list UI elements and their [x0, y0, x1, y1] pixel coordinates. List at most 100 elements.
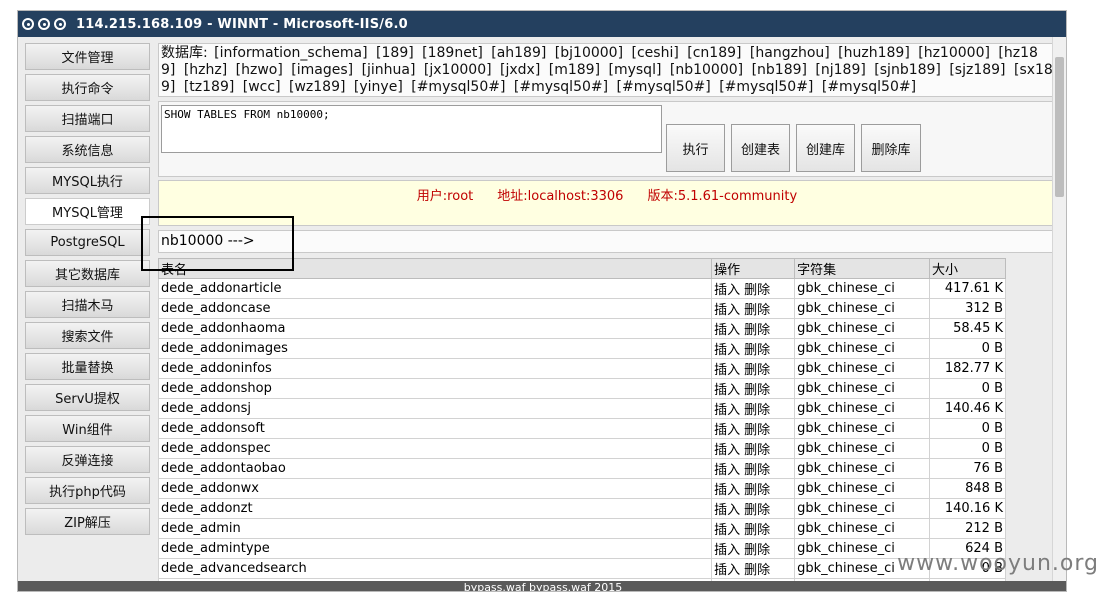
- delete-link[interactable]: 删除: [744, 343, 770, 358]
- table-name-link[interactable]: dede_addonimages: [157, 338, 713, 359]
- table-name-link[interactable]: dede_addonzt: [157, 498, 713, 519]
- database-link[interactable]: [mysql]: [609, 62, 662, 78]
- delete-link[interactable]: 删除: [744, 423, 770, 438]
- database-link[interactable]: [#mysql50#]: [514, 79, 608, 95]
- insert-link[interactable]: 插入: [714, 403, 740, 418]
- delete-link[interactable]: 删除: [744, 523, 770, 538]
- sidebar-item[interactable]: PostgreSQL: [25, 229, 150, 256]
- database-link[interactable]: [#mysql50#]: [822, 79, 916, 95]
- table-name-link[interactable]: dede_addonsoft: [157, 418, 713, 439]
- delete-link[interactable]: 删除: [744, 443, 770, 458]
- table-name-link[interactable]: dede_addonarticle: [157, 278, 713, 299]
- database-link[interactable]: [wz189]: [289, 79, 345, 95]
- sidebar-item[interactable]: Win组件: [25, 415, 150, 442]
- table-name-link[interactable]: dede_addonsj: [157, 398, 713, 419]
- delete-link[interactable]: 删除: [744, 483, 770, 498]
- database-link[interactable]: [cn189]: [687, 45, 741, 61]
- database-link[interactable]: [nj189]: [815, 62, 865, 78]
- database-link[interactable]: [hangzhou]: [750, 45, 830, 61]
- database-link[interactable]: [#mysql50#]: [719, 79, 813, 95]
- database-link[interactable]: [ceshi]: [632, 45, 679, 61]
- insert-link[interactable]: 插入: [714, 303, 740, 318]
- insert-link[interactable]: 插入: [714, 443, 740, 458]
- database-link[interactable]: [189net]: [422, 45, 483, 61]
- sidebar-item[interactable]: 扫描木马: [25, 291, 150, 318]
- delete-link[interactable]: 删除: [744, 363, 770, 378]
- table-name-link[interactable]: dede_advancedsearch: [157, 558, 713, 579]
- insert-link[interactable]: 插入: [714, 323, 740, 338]
- database-link[interactable]: [huzh189]: [838, 45, 910, 61]
- database-link[interactable]: [sjz189]: [949, 62, 1005, 78]
- table-name-link[interactable]: dede_addontaobao: [157, 458, 713, 479]
- insert-link[interactable]: 插入: [714, 523, 740, 538]
- delete-link[interactable]: 删除: [744, 503, 770, 518]
- insert-link[interactable]: 插入: [714, 543, 740, 558]
- database-link[interactable]: [hzhz]: [184, 62, 227, 78]
- delete-link[interactable]: 删除: [744, 543, 770, 558]
- insert-link[interactable]: 插入: [714, 363, 740, 378]
- database-link[interactable]: [yinye]: [354, 79, 403, 95]
- create-table-button[interactable]: 创建表: [731, 124, 790, 172]
- database-link[interactable]: [m189]: [549, 62, 600, 78]
- database-link[interactable]: [jinhua]: [362, 62, 416, 78]
- database-link[interactable]: [sjnb189]: [874, 62, 941, 78]
- delete-link[interactable]: 删除: [744, 283, 770, 298]
- sidebar-item[interactable]: MYSQL管理: [25, 198, 150, 225]
- database-link[interactable]: [wcc]: [243, 79, 281, 95]
- table-name-link[interactable]: dede_admintype: [157, 538, 713, 559]
- create-database-button[interactable]: 创建库: [796, 124, 855, 172]
- window-control-icon[interactable]: [22, 18, 34, 30]
- insert-link[interactable]: 插入: [714, 503, 740, 518]
- sidebar-item[interactable]: 反弹连接: [25, 446, 150, 473]
- database-link[interactable]: [bj10000]: [555, 45, 623, 61]
- insert-link[interactable]: 插入: [714, 423, 740, 438]
- sidebar-item[interactable]: 执行php代码: [25, 477, 150, 504]
- sidebar-item[interactable]: 批量替换: [25, 353, 150, 380]
- sidebar-item[interactable]: 系统信息: [25, 136, 150, 163]
- vertical-scrollbar[interactable]: [1052, 37, 1066, 591]
- table-name-link[interactable]: dede_addonhaoma: [157, 318, 713, 339]
- database-link[interactable]: [jxdx]: [500, 62, 540, 78]
- database-link[interactable]: [images]: [291, 62, 353, 78]
- delete-link[interactable]: 删除: [744, 463, 770, 478]
- delete-link[interactable]: 删除: [744, 383, 770, 398]
- database-link[interactable]: [nb189]: [752, 62, 807, 78]
- scrollbar-thumb[interactable]: [1055, 57, 1064, 197]
- database-link[interactable]: [#mysql50#]: [617, 79, 711, 95]
- table-name-link[interactable]: dede_addonshop: [157, 378, 713, 399]
- execute-button[interactable]: 执行: [666, 124, 725, 172]
- insert-link[interactable]: 插入: [714, 343, 740, 358]
- database-link[interactable]: [ah189]: [491, 45, 546, 61]
- sidebar-item[interactable]: 扫描端口: [25, 105, 150, 132]
- delete-link[interactable]: 删除: [744, 323, 770, 338]
- sidebar-item[interactable]: 其它数据库: [25, 260, 150, 287]
- database-link[interactable]: [hz10000]: [918, 45, 990, 61]
- database-link[interactable]: [nb10000]: [670, 62, 743, 78]
- sidebar-item[interactable]: ZIP解压: [25, 508, 150, 535]
- sidebar-item[interactable]: ServU提权: [25, 384, 150, 411]
- drop-database-button[interactable]: 删除库: [861, 124, 921, 172]
- window-control-icon[interactable]: [38, 18, 50, 30]
- sidebar-item[interactable]: 文件管理: [25, 43, 150, 70]
- delete-link[interactable]: 删除: [744, 303, 770, 318]
- database-link[interactable]: [information_schema]: [214, 45, 367, 61]
- table-name-link[interactable]: dede_addoncase: [157, 298, 713, 319]
- sidebar-item[interactable]: 执行命令: [25, 74, 150, 101]
- insert-link[interactable]: 插入: [714, 563, 740, 578]
- table-name-link[interactable]: dede_addonspec: [157, 438, 713, 459]
- insert-link[interactable]: 插入: [714, 483, 740, 498]
- database-link[interactable]: [jx10000]: [424, 62, 492, 78]
- delete-link[interactable]: 删除: [744, 403, 770, 418]
- sidebar-item[interactable]: MYSQL执行: [25, 167, 150, 194]
- table-name-link[interactable]: dede_addonwx: [157, 478, 713, 499]
- insert-link[interactable]: 插入: [714, 283, 740, 298]
- database-link[interactable]: [189]: [376, 45, 414, 61]
- database-link[interactable]: [hzwo]: [236, 62, 283, 78]
- database-link[interactable]: [#mysql50#]: [411, 79, 505, 95]
- table-name-link[interactable]: dede_addoninfos: [157, 358, 713, 379]
- window-control-icon[interactable]: [54, 18, 66, 30]
- database-link[interactable]: [tz189]: [184, 79, 234, 95]
- insert-link[interactable]: 插入: [714, 383, 740, 398]
- insert-link[interactable]: 插入: [714, 463, 740, 478]
- sidebar-item[interactable]: 搜索文件: [25, 322, 150, 349]
